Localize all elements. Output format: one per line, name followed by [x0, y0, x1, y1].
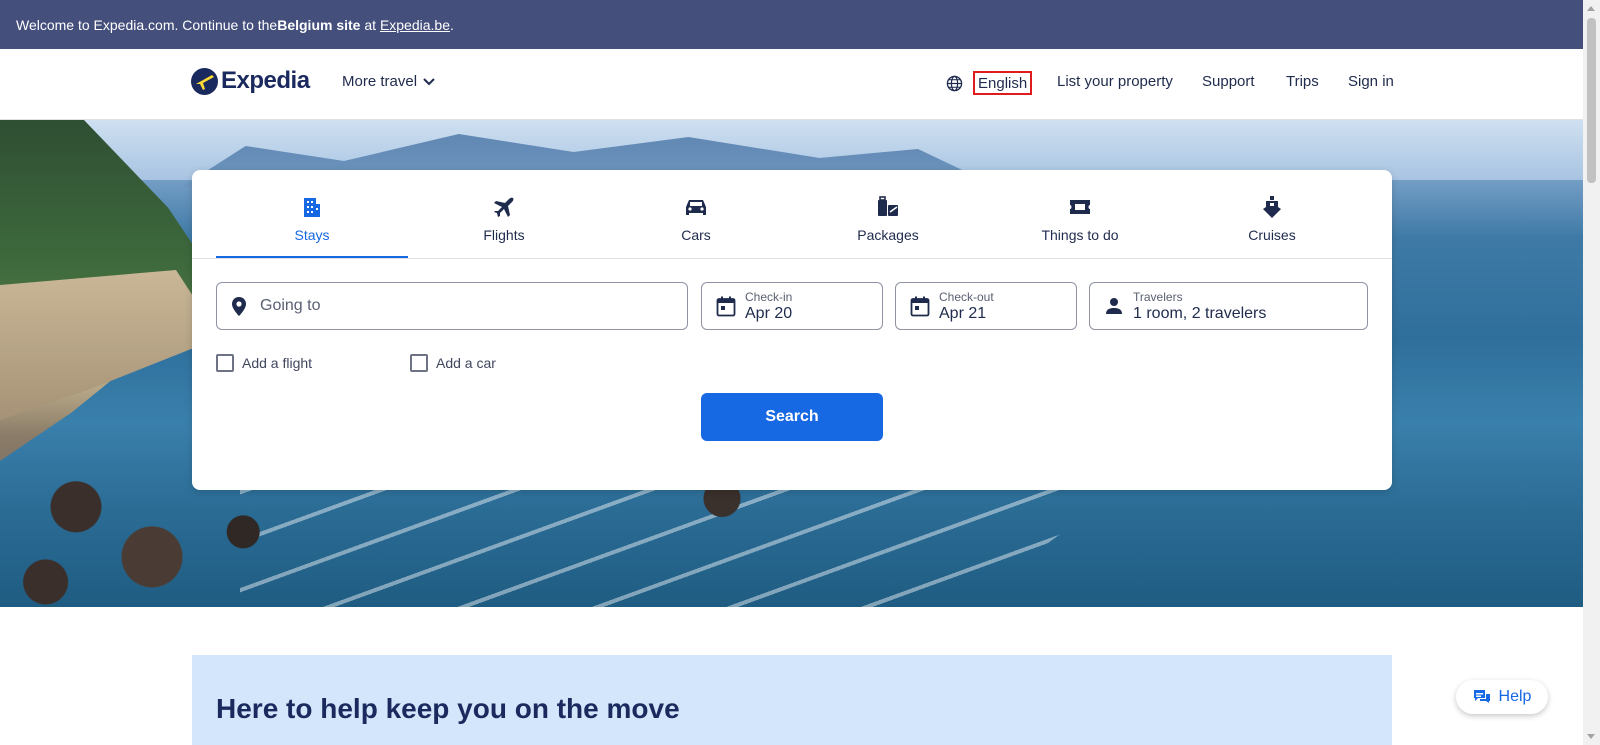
- scroll-up-arrow-icon[interactable]: [1587, 6, 1595, 11]
- hero-beach: [0, 270, 220, 420]
- luggage-icon: [877, 195, 899, 219]
- tab-label-flights: Flights: [483, 227, 525, 243]
- tab-label-cars: Cars: [681, 227, 711, 243]
- tab-cars[interactable]: Cars: [600, 170, 792, 258]
- search-button[interactable]: Search: [701, 393, 883, 441]
- tab-cruises[interactable]: Cruises: [1176, 170, 1368, 258]
- language-selector[interactable]: English: [973, 71, 1033, 95]
- help-section: Here to help keep you on the move: [192, 655, 1392, 745]
- scrollbar-thumb[interactable]: [1587, 18, 1596, 183]
- banner-site-link[interactable]: Expedia.be: [380, 17, 450, 33]
- chat-bubbles-icon: [1473, 690, 1490, 703]
- tab-stays[interactable]: Stays: [216, 170, 408, 258]
- checkin-label: Check-in: [745, 290, 793, 304]
- tab-label-cruises: Cruises: [1248, 227, 1296, 243]
- trips-link[interactable]: Trips: [1286, 73, 1319, 90]
- search-tabs: Stays Flights Cars Packages Things to do…: [216, 170, 1368, 258]
- travelers-label: Travelers: [1133, 290, 1183, 304]
- checkout-value: Apr 21: [939, 305, 987, 322]
- calendar-icon: [910, 296, 930, 317]
- list-property-link[interactable]: List your property: [1057, 73, 1173, 90]
- banner-text-middle: at: [360, 16, 380, 33]
- travelers-field[interactable]: Travelers 1 room, 2 travelers: [1089, 282, 1368, 330]
- search-card: Stays Flights Cars Packages Things to do…: [192, 170, 1392, 490]
- tab-things-to-do[interactable]: Things to do: [984, 170, 1176, 258]
- banner-text-prefix: Welcome to Expedia.com. Continue to the: [16, 16, 278, 33]
- help-button-label: Help: [1498, 688, 1532, 705]
- tab-label-stays: Stays: [294, 227, 330, 243]
- travelers-value: 1 room, 2 travelers: [1133, 305, 1267, 322]
- tab-label-things-to-do: Things to do: [1041, 227, 1119, 243]
- expedia-logo[interactable]: Expedia: [191, 67, 310, 95]
- globe-icon: [946, 75, 963, 92]
- help-button[interactable]: Help: [1456, 680, 1548, 714]
- banner-text-suffix: .: [450, 16, 454, 33]
- building-icon: [303, 195, 321, 219]
- banner-site-name: Belgium site: [277, 16, 361, 33]
- page: Welcome to Expedia.com. Continue to the …: [0, 0, 1583, 745]
- tab-packages[interactable]: Packages: [792, 170, 984, 258]
- tabs-divider: [192, 258, 1392, 259]
- checkbox-box[interactable]: [216, 354, 234, 372]
- calendar-icon: [716, 296, 736, 317]
- checkin-field[interactable]: Check-in Apr 20: [701, 282, 883, 330]
- help-section-title: Here to help keep you on the move: [216, 693, 680, 724]
- add-flight-label: Add a flight: [242, 355, 313, 371]
- plane-logo-icon: [191, 67, 218, 95]
- logo-text: Expedia: [221, 67, 310, 94]
- checkout-field[interactable]: Check-out Apr 21: [895, 282, 1077, 330]
- car-icon: [685, 195, 707, 219]
- support-link[interactable]: Support: [1202, 73, 1255, 90]
- more-travel-label: More travel: [342, 73, 418, 90]
- checkout-label: Check-out: [939, 290, 994, 304]
- chevron-down-icon: [423, 77, 435, 85]
- destination-placeholder: Going to: [260, 297, 321, 314]
- checkin-value: Apr 20: [745, 305, 793, 322]
- add-flight-checkbox[interactable]: Add a flight: [216, 354, 312, 372]
- tab-flights[interactable]: Flights: [408, 170, 600, 258]
- site-header: Expedia More travel English List your pr…: [0, 49, 1583, 120]
- checkbox-box[interactable]: [410, 354, 428, 372]
- add-car-label: Add a car: [436, 355, 496, 371]
- page-scrollbar[interactable]: [1583, 0, 1600, 745]
- tab-label-packages: Packages: [857, 227, 919, 243]
- more-travel-menu[interactable]: More travel: [342, 73, 435, 90]
- map-pin-icon: [232, 297, 246, 316]
- plane-icon: [493, 195, 515, 219]
- ship-icon: [1262, 195, 1282, 219]
- scroll-down-arrow-icon[interactable]: [1587, 734, 1595, 739]
- person-icon: [1106, 298, 1122, 314]
- sign-in-link[interactable]: Sign in: [1348, 73, 1394, 90]
- ticket-icon: [1069, 195, 1091, 219]
- add-car-checkbox[interactable]: Add a car: [410, 354, 496, 372]
- destination-field[interactable]: Going to: [216, 282, 688, 330]
- locale-banner: Welcome to Expedia.com. Continue to the …: [0, 0, 1583, 49]
